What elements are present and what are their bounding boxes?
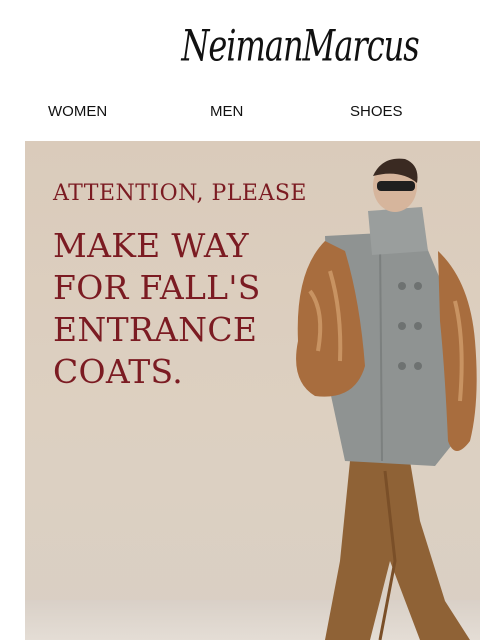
hero-banner[interactable]: ATTENTION, PLEASE MAKE WAY FOR FALL'S EN… [25,141,480,640]
nav-link-women[interactable]: WOMEN [48,103,107,120]
model-in-coat-image [296,158,477,640]
nav-link-men[interactable]: MEN [210,103,243,120]
primary-nav: WOMEN MEN SHOES [0,100,480,126]
coat-collar [368,207,428,255]
hero-eyebrow: ATTENTION, PLEASE [53,181,307,206]
email-page: NeimanMarcus WOMEN MEN SHOES ATTENTION, … [0,0,480,640]
suede-trousers [325,461,470,640]
neiman-marcus-logo[interactable]: NeimanMarcus [0,20,480,71]
nav-link-shoes[interactable]: SHOES [350,103,403,120]
sunglasses [377,181,415,191]
